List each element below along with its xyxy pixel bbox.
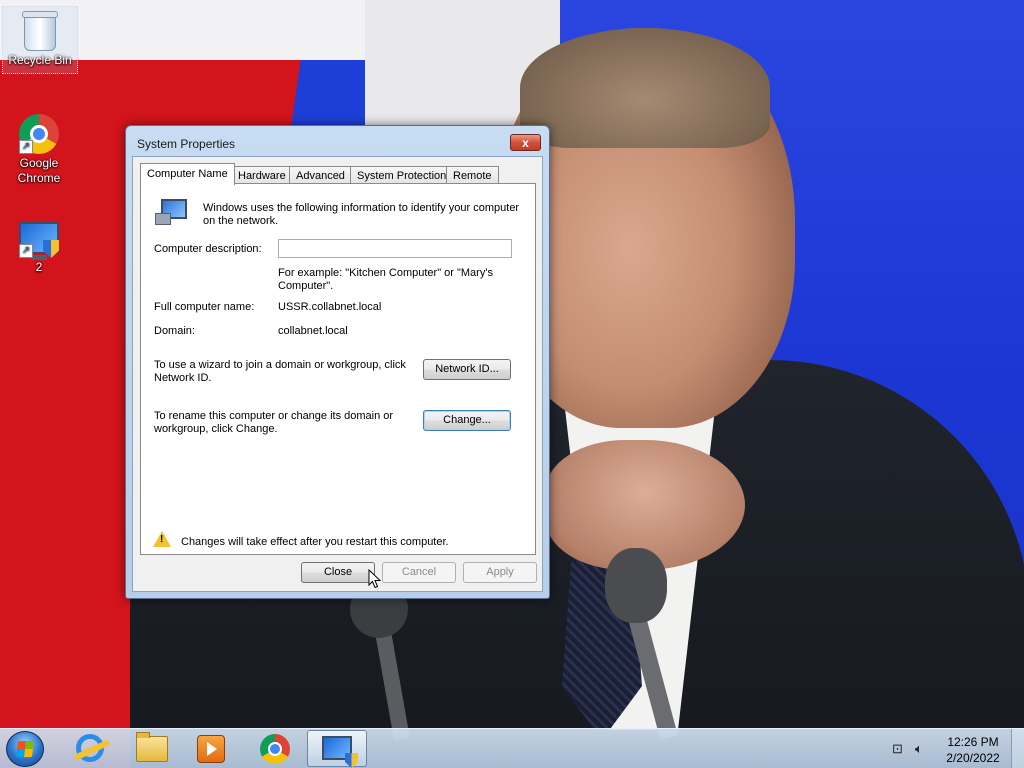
desktop-icon-label: Google Chrome [17, 156, 61, 185]
system-shortcut-icon: ↗ [19, 218, 59, 260]
change-description: To rename this computer or change its do… [154, 410, 394, 435]
computer-description-label: Computer description: [154, 243, 262, 255]
desktop-icon-recycle-bin[interactable]: Recycle Bin [2, 6, 78, 74]
tab-computer-name[interactable]: Computer Name [140, 163, 235, 185]
show-desktop-button[interactable] [1011, 729, 1024, 768]
full-computer-name-label: Full computer name: [154, 301, 255, 313]
windows-logo-icon [16, 741, 34, 757]
taskbar-windows-explorer[interactable] [123, 730, 179, 767]
tab-system-protection[interactable]: System Protection [350, 166, 454, 184]
computer-description-example: For example: "Kitchen Computer" or "Mary… [278, 267, 493, 292]
tab-advanced[interactable]: Advanced [289, 166, 352, 184]
clock-time[interactable]: 12:26 PM [941, 735, 1005, 749]
full-computer-name-value: USSR.collabnet.local [278, 301, 382, 313]
desktop-icon-label: 2 [35, 260, 43, 274]
tab-panel-computer-name: Windows uses the following information t… [140, 183, 536, 555]
network-id-description: To use a wizard to join a domain or work… [154, 359, 406, 384]
cancel-button[interactable]: Cancel [382, 562, 456, 583]
dialog-body: Computer Name Hardware Advanced System P… [132, 156, 543, 592]
change-button[interactable]: Change... [423, 410, 511, 431]
intro-text: Windows uses the following information t… [203, 202, 520, 227]
desktop-icon-system-shortcut[interactable]: ↗ 2 [2, 214, 76, 275]
wallpaper-hair [520, 28, 770, 148]
taskbar-system-properties[interactable] [307, 730, 367, 768]
domain-label: Domain: [154, 325, 195, 337]
wallpaper-microphone [605, 548, 667, 623]
desktop: Recycle Bin ↗ Google Chrome ↗ 2 System P… [0, 0, 1024, 768]
system-properties-icon [322, 736, 358, 768]
tab-hardware[interactable]: Hardware [231, 166, 293, 184]
chrome-icon [260, 734, 290, 764]
taskbar-google-chrome[interactable] [244, 730, 300, 767]
notification-area: ⊡ 🔈︎ 12:26 PM 2/20/2022 [886, 729, 1024, 768]
tab-remote[interactable]: Remote [446, 166, 499, 184]
network-id-button[interactable]: Network ID... [423, 359, 511, 380]
taskbar: ⊡ 🔈︎ 12:26 PM 2/20/2022 [0, 728, 1024, 768]
computer-description-input[interactable] [278, 239, 512, 258]
window-close-button[interactable]: x [510, 134, 541, 151]
recycle-bin-icon [20, 11, 60, 51]
windows-explorer-icon [136, 732, 168, 762]
internet-explorer-icon [76, 734, 104, 762]
dialog-title: System Properties [137, 137, 236, 151]
shortcut-arrow-icon: ↗ [19, 140, 33, 154]
media-player-icon [197, 735, 225, 763]
network-status-icon[interactable]: ⊡ [892, 742, 906, 756]
taskbar-internet-explorer[interactable] [62, 730, 118, 767]
volume-icon[interactable]: 🔈︎ [915, 742, 929, 756]
apply-button[interactable]: Apply [463, 562, 537, 583]
taskbar-media-player[interactable] [183, 730, 239, 767]
desktop-icon-label: Recycle Bin [8, 53, 72, 67]
start-button[interactable] [6, 731, 44, 767]
desktop-icon-google-chrome[interactable]: ↗ Google Chrome [2, 110, 76, 186]
shortcut-arrow-icon: ↗ [19, 244, 33, 258]
close-button[interactable]: Close [301, 562, 375, 583]
domain-value: collabnet.local [278, 325, 348, 337]
warning-icon: ! [153, 531, 171, 547]
chrome-icon: ↗ [19, 114, 59, 154]
restart-warning-text: Changes will take effect after you resta… [181, 536, 449, 548]
network-computer-icon [155, 199, 187, 225]
clock-date[interactable]: 2/20/2022 [941, 751, 1005, 765]
system-properties-dialog: System Properties x Computer Name Hardwa… [125, 125, 550, 599]
